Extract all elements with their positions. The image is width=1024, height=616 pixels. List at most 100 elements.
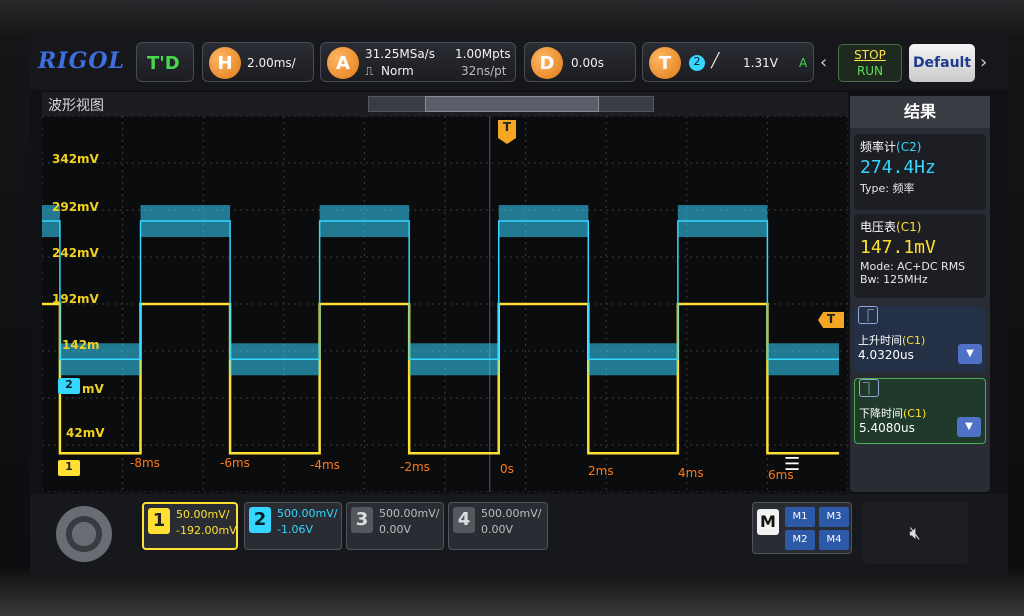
channel-2-scale: 500.00mV/ (277, 507, 338, 520)
trigger-box[interactable]: T 2 ╱ 1.31V A (642, 42, 814, 82)
rising-edge-icon: ╱ (711, 53, 720, 69)
gear-icon[interactable] (56, 506, 112, 562)
menu-icon[interactable]: ☰ (784, 454, 800, 475)
channel-3-scale: 500.00mV/ (379, 507, 440, 520)
math-key[interactable]: M (757, 509, 779, 535)
waveform-title: 波形视图 (48, 98, 104, 114)
x-label-neg4: -4ms (310, 458, 340, 472)
channel-1-number: 1 (148, 508, 170, 534)
math-m4[interactable]: M4 (819, 530, 849, 550)
trigger-level-marker[interactable]: T (818, 312, 844, 328)
x-label-4: 4ms (678, 466, 704, 480)
horizontal-box[interactable]: H 2.00ms/ (202, 42, 314, 82)
horizontal-key[interactable]: H (209, 47, 241, 79)
delay-box[interactable]: D 0.00s (524, 42, 636, 82)
trigger-mode-box[interactable]: T'D (136, 42, 194, 82)
results-panel: 结果 频率计(C2) 274.4Hz Type: 频率 电压表(C1) 147.… (850, 96, 990, 492)
voltmeter-bw-value: 125MHz (883, 273, 928, 286)
trigger-source-badge: 2 (689, 55, 705, 71)
channel-4-offset: 0.00V (481, 523, 514, 536)
freq-counter-channel: (C2) (896, 140, 922, 154)
y-label-92: mV (82, 382, 104, 396)
delay-value: 0.00s (571, 56, 604, 70)
acquire-mode: Norm (381, 64, 414, 78)
x-label-0: 0s (500, 462, 514, 476)
rise-time-value: 4.0320us (858, 348, 914, 362)
time-per-point: 32ns/pt (461, 64, 507, 78)
rise-time-title: 上升时间(C1) (858, 332, 925, 348)
channel-3-box[interactable]: 3 500.00mV/ 0.00V (346, 502, 444, 550)
fall-time-title: 下降时间(C1) (859, 405, 926, 421)
math-m1[interactable]: M1 (785, 507, 815, 527)
voltmeter-bw-label: Bw: (860, 273, 880, 286)
math-m2[interactable]: M2 (785, 530, 815, 550)
sample-rate: 31.25MSa/s (365, 47, 435, 61)
channel-2-number: 2 (249, 507, 271, 533)
timeline-window[interactable] (425, 96, 599, 112)
acq-mode-icon: ⎍ (365, 64, 374, 78)
run-label: RUN (856, 64, 884, 78)
freq-counter-title: 频率计(C2) (854, 134, 986, 155)
channel-4-box[interactable]: 4 500.00mV/ 0.00V (448, 502, 548, 550)
rise-time-dropdown-icon[interactable]: ▼ (958, 344, 982, 364)
channel-3-offset: 0.00V (379, 523, 412, 536)
fall-time-dropdown-icon[interactable]: ▼ (957, 417, 981, 437)
bottom-toolbar: 1 50.00mV/ -192.00mV 2 500.00mV/ -1.06V … (30, 494, 1008, 576)
freq-type-label: Type: (860, 182, 889, 195)
fall-time-icon: ⏋ (859, 379, 879, 397)
fall-time-card[interactable]: ⏋ 下降时间(C1) 5.4080us ▼ (854, 378, 986, 444)
y-label-192: 192mV (52, 292, 99, 306)
ch1-ground-marker[interactable]: 1 (58, 460, 80, 476)
trigger-mode-label: T'D (147, 53, 180, 74)
channel-4-number: 4 (453, 507, 475, 533)
channel-3-number: 3 (351, 507, 373, 533)
channel-1-scale: 50.00mV/ (176, 508, 230, 521)
series-c1 (42, 302, 840, 455)
channel-1-offset: -192.00mV (176, 524, 237, 537)
results-title: 结果 (850, 96, 990, 128)
channel-2-offset: -1.06V (277, 523, 313, 536)
voltmeter-label: 电压表 (860, 220, 897, 234)
fall-time-label: 下降时间 (859, 407, 903, 420)
x-label-neg2: -2ms (400, 460, 430, 474)
chevron-left-icon[interactable]: ‹ (820, 52, 827, 73)
trace-c2 (42, 220, 840, 361)
math-m3[interactable]: M3 (819, 507, 849, 527)
voltmeter-title: 电压表(C1) (854, 214, 986, 235)
y-label-342: 342mV (52, 152, 99, 166)
acquire-box[interactable]: A 31.25MSa/s ⎍ Norm 1.00Mpts 32ns/pt (320, 42, 516, 82)
channel-2-box[interactable]: 2 500.00mV/ -1.06V (244, 502, 342, 550)
run-stop-button[interactable]: STOP RUN (838, 44, 902, 82)
acquire-key[interactable]: A (327, 47, 359, 79)
delay-key[interactable]: D (531, 47, 563, 79)
x-label-neg8: -8ms (130, 456, 160, 470)
voltmeter-card[interactable]: 电压表(C1) 147.1mV Mode: AC+DC RMS Bw: 125M… (854, 214, 986, 298)
trigger-key[interactable]: T (649, 47, 681, 79)
y-label-42: 42mV (66, 426, 105, 440)
math-box[interactable]: M M1 M3 M2 M4 (752, 502, 852, 554)
y-label-292: 292mV (52, 200, 99, 214)
voltmeter-value: 147.1mV (860, 237, 936, 258)
scope-screen: RIGOL T'D H 2.00ms/ A 31.25MSa/s ⎍ Norm … (30, 34, 1008, 576)
voltmeter-bw: Bw: 125MHz (854, 273, 986, 286)
voltmeter-mode: Mode: AC+DC RMS (860, 260, 966, 273)
freq-counter-value: 274.4Hz (860, 157, 936, 178)
freq-counter-card[interactable]: 频率计(C2) 274.4Hz Type: 频率 (854, 134, 986, 210)
default-button[interactable]: Default (909, 44, 975, 82)
trace-c1 (42, 302, 840, 455)
rise-time-channel: (C1) (902, 334, 926, 347)
rise-time-card[interactable]: ⎾ 上升时间(C1) 4.0320us ▼ (854, 306, 986, 372)
mute-speaker-icon[interactable]: 🔇︎ (862, 502, 968, 564)
chevron-right-icon[interactable]: › (980, 52, 987, 73)
series-c2 (42, 205, 840, 376)
trigger-level: 1.31V (743, 56, 778, 70)
memory-depth: 1.00Mpts (455, 47, 511, 61)
channel-1-box[interactable]: 1 50.00mV/ -192.00mV (142, 502, 238, 550)
timebase-value: 2.00ms/ (247, 56, 296, 70)
stop-label: STOP (854, 48, 886, 62)
top-toolbar: RIGOL T'D H 2.00ms/ A 31.25MSa/s ⎍ Norm … (30, 34, 1008, 90)
memory-timeline[interactable] (368, 96, 654, 112)
waveform-grid[interactable]: 342mV 292mV 242mV 192mV 142m mV 42mV 2 1… (42, 116, 848, 492)
trigger-coupling: A (799, 56, 808, 70)
ch2-ground-marker[interactable]: 2 (58, 378, 80, 394)
